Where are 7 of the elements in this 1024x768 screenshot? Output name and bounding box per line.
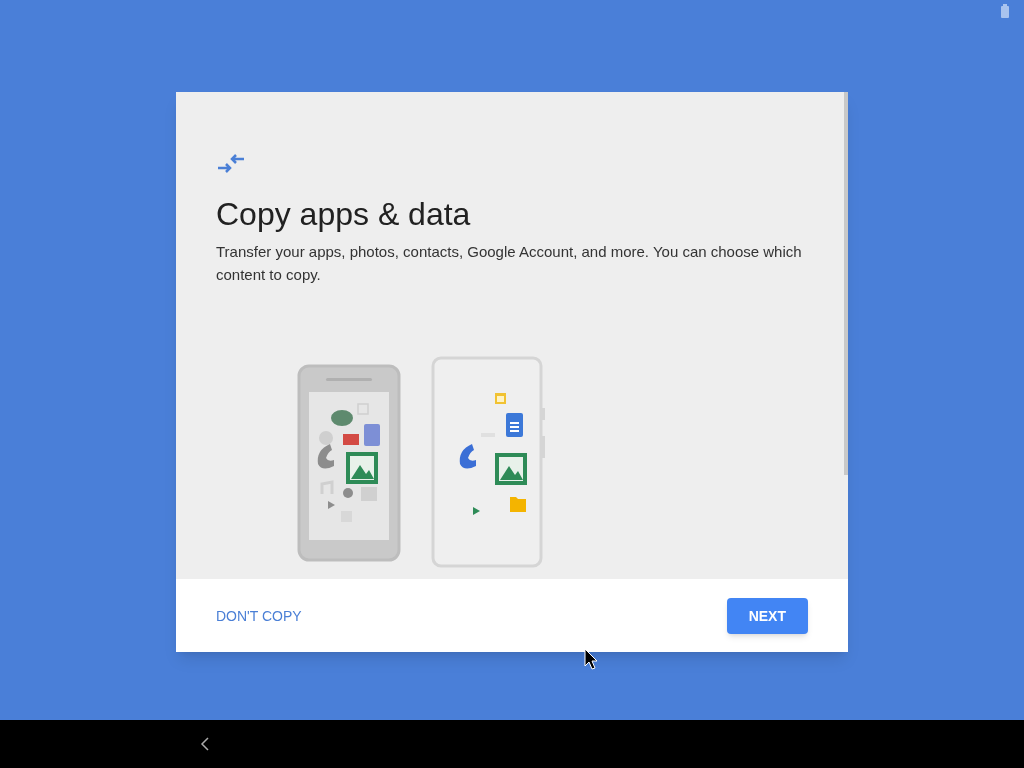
skip-button[interactable]: DON'T COPY (216, 597, 302, 634)
battery-icon (1001, 4, 1009, 18)
back-icon[interactable] (200, 737, 210, 751)
arrows-icon (216, 152, 246, 174)
dialog-title: Copy apps & data (216, 195, 472, 234)
dialog-description: Transfer your apps, photos, contacts, Google Account, and more. You can choose which content to copy. (216, 242, 803, 285)
next-button[interactable]: NEXT (726, 597, 808, 634)
